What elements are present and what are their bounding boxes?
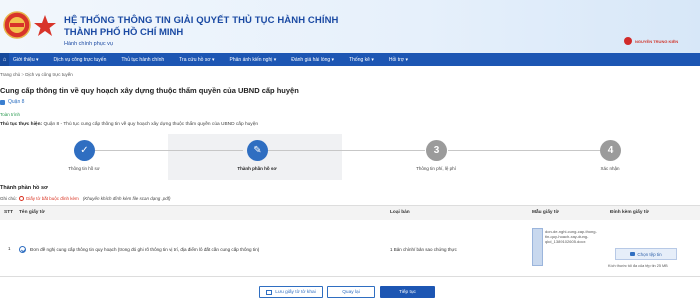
- nav-item-phan-anh[interactable]: Phản ánh kiến nghị ▾: [230, 57, 277, 63]
- breadcrumb: Trang chủ > Dịch vụ công trực tuyến: [0, 72, 73, 77]
- back-label: Quay lại: [342, 289, 360, 295]
- site-title-line2: THÀNH PHỐ HỒ CHÍ MINH: [64, 27, 184, 38]
- service-level: Toàn trình: [0, 112, 21, 117]
- template-file-link[interactable]: don-de-nghi-cung-cap-thong-tin-quy-hoach…: [545, 229, 599, 245]
- procedure-label: Thủ tục thực hiện:: [0, 122, 43, 127]
- step-number-4[interactable]: 4: [600, 140, 621, 161]
- required-icon: [18, 196, 24, 201]
- stepper: ✓ Thông tin hồ sơ ✎ Thành phần hồ sơ 3 T…: [0, 134, 700, 180]
- procedure-row: Thủ tục thực hiện: Quận 8 - Thủ tục cung…: [0, 122, 258, 127]
- step-label: Xác nhận: [600, 166, 620, 171]
- step-number-3[interactable]: 3: [426, 140, 447, 161]
- table-header: STT Tên giấy tờ Loại bản Mẫu giấy tờ Đín…: [0, 206, 700, 220]
- upload-icon: [630, 252, 636, 256]
- row-doc-type: 1 Bản chính/ bản sao chứng thực: [390, 247, 457, 252]
- table-row: 1 Đơn đề nghị cung cấp thông tin quy hoạ…: [0, 220, 700, 277]
- check-icon[interactable]: ✓: [74, 140, 95, 161]
- note-hint: (Khuyến khích đính kèm file scan dạng .p…: [82, 196, 171, 201]
- site-header: HỆ THỐNG THÔNG TIN GIẢI QUYẾT THỦ TỤC HÀ…: [0, 0, 700, 53]
- main-nav: ⌂ Giới thiệu ▾ Dịch vụ công trực tuyến T…: [0, 53, 700, 66]
- step-label: Thành phần hồ sơ: [237, 166, 277, 171]
- home-icon[interactable]: ⌂: [0, 53, 9, 66]
- col-type: Loại bản: [390, 210, 410, 215]
- files-section-title: Thành phần hồ sơ: [0, 185, 48, 191]
- national-emblem-icon: [3, 11, 31, 39]
- save-draft-button[interactable]: Lưu giấy tờ tờ khai: [259, 286, 323, 298]
- back-button[interactable]: Quay lại: [327, 286, 375, 298]
- nav-item-thong-ke[interactable]: Thống kê ▾: [349, 57, 374, 63]
- nav-item-danh-gia[interactable]: Đánh giá hài lòng ▾: [291, 57, 334, 63]
- user-menu[interactable]: NGUYỄN TRUNG KIÊN: [624, 37, 678, 45]
- files-note: Ghi chú: Giấy tờ bắt buộc đính kèm (Khuy…: [0, 196, 171, 201]
- step-label: Thông tin phí, lệ phí: [416, 166, 456, 171]
- step-connector: [95, 150, 243, 151]
- step-label: Thông tin hồ sơ: [68, 166, 100, 171]
- form-actions: Lưu giấy tờ tờ khai Quay lại Tiếp tục: [0, 285, 700, 299]
- document-file-icon[interactable]: [532, 228, 543, 266]
- documents-table: STT Tên giấy tờ Loại bản Mẫu giấy tờ Đín…: [0, 205, 700, 277]
- check-circle-icon: [19, 246, 26, 253]
- save-draft-label: Lưu giấy tờ tờ khai: [275, 289, 316, 295]
- save-icon: [266, 289, 273, 295]
- col-attach: Đính kèm giấy tờ: [610, 210, 649, 215]
- agency-name: Quận 8: [8, 99, 25, 105]
- agency-row: Quận 8: [0, 99, 24, 105]
- nav-item-gioi-thieu[interactable]: Giới thiệu ▾: [13, 57, 39, 63]
- max-size-note: Kích thước tối đa của tệp tin 25 MB: [608, 264, 668, 268]
- building-icon: [0, 99, 5, 105]
- site-title-line1: HỆ THỐNG THÔNG TIN GIẢI QUYẾT THỦ TỤC HÀ…: [64, 15, 339, 26]
- choose-file-label: Chọn tệp tin: [637, 251, 662, 257]
- row-doc-name: Đơn đề nghị cung cấp thông tin quy hoạch…: [30, 247, 260, 252]
- page-title: Cung cấp thông tin về quy hoạch xây dựng…: [0, 86, 299, 95]
- nav-item-ho-tro[interactable]: Hỏi trợ ▾: [389, 57, 408, 63]
- procedure-value: Quận 8 - Thủ tục cung cấp thông tin về q…: [42, 122, 259, 127]
- nav-item-tra-cuu[interactable]: Tra cứu hồ sơ ▾: [179, 57, 214, 63]
- breadcrumb-current[interactable]: Dịch vụ công trực tuyến: [25, 72, 73, 77]
- pencil-icon[interactable]: ✎: [247, 140, 268, 161]
- col-name: Tên giấy tờ: [19, 210, 45, 215]
- col-stt: STT: [4, 210, 14, 215]
- avatar: [624, 37, 632, 45]
- user-name: NGUYỄN TRUNG KIÊN: [635, 38, 679, 44]
- star-icon: [34, 15, 56, 36]
- next-label: Tiếp tục: [399, 289, 416, 295]
- col-template: Mẫu giấy tờ: [532, 210, 559, 215]
- step-connector: [268, 150, 425, 151]
- note-required: Giấy tờ bắt buộc đính kèm: [25, 196, 79, 201]
- site-subtitle: Hành chính phục vụ: [64, 41, 113, 47]
- row-stt: 1: [8, 246, 11, 251]
- breadcrumb-home[interactable]: Trang chủ: [0, 72, 20, 77]
- nav-item-dich-vu-cong[interactable]: Dịch vụ công trực tuyến: [54, 57, 107, 63]
- next-button[interactable]: Tiếp tục: [380, 286, 435, 298]
- note-label: Ghi chú:: [0, 196, 17, 201]
- choose-file-button[interactable]: Chọn tệp tin: [615, 248, 677, 260]
- step-connector: [448, 150, 600, 151]
- nav-item-thu-tuc[interactable]: Thủ tục hành chính: [121, 57, 164, 63]
